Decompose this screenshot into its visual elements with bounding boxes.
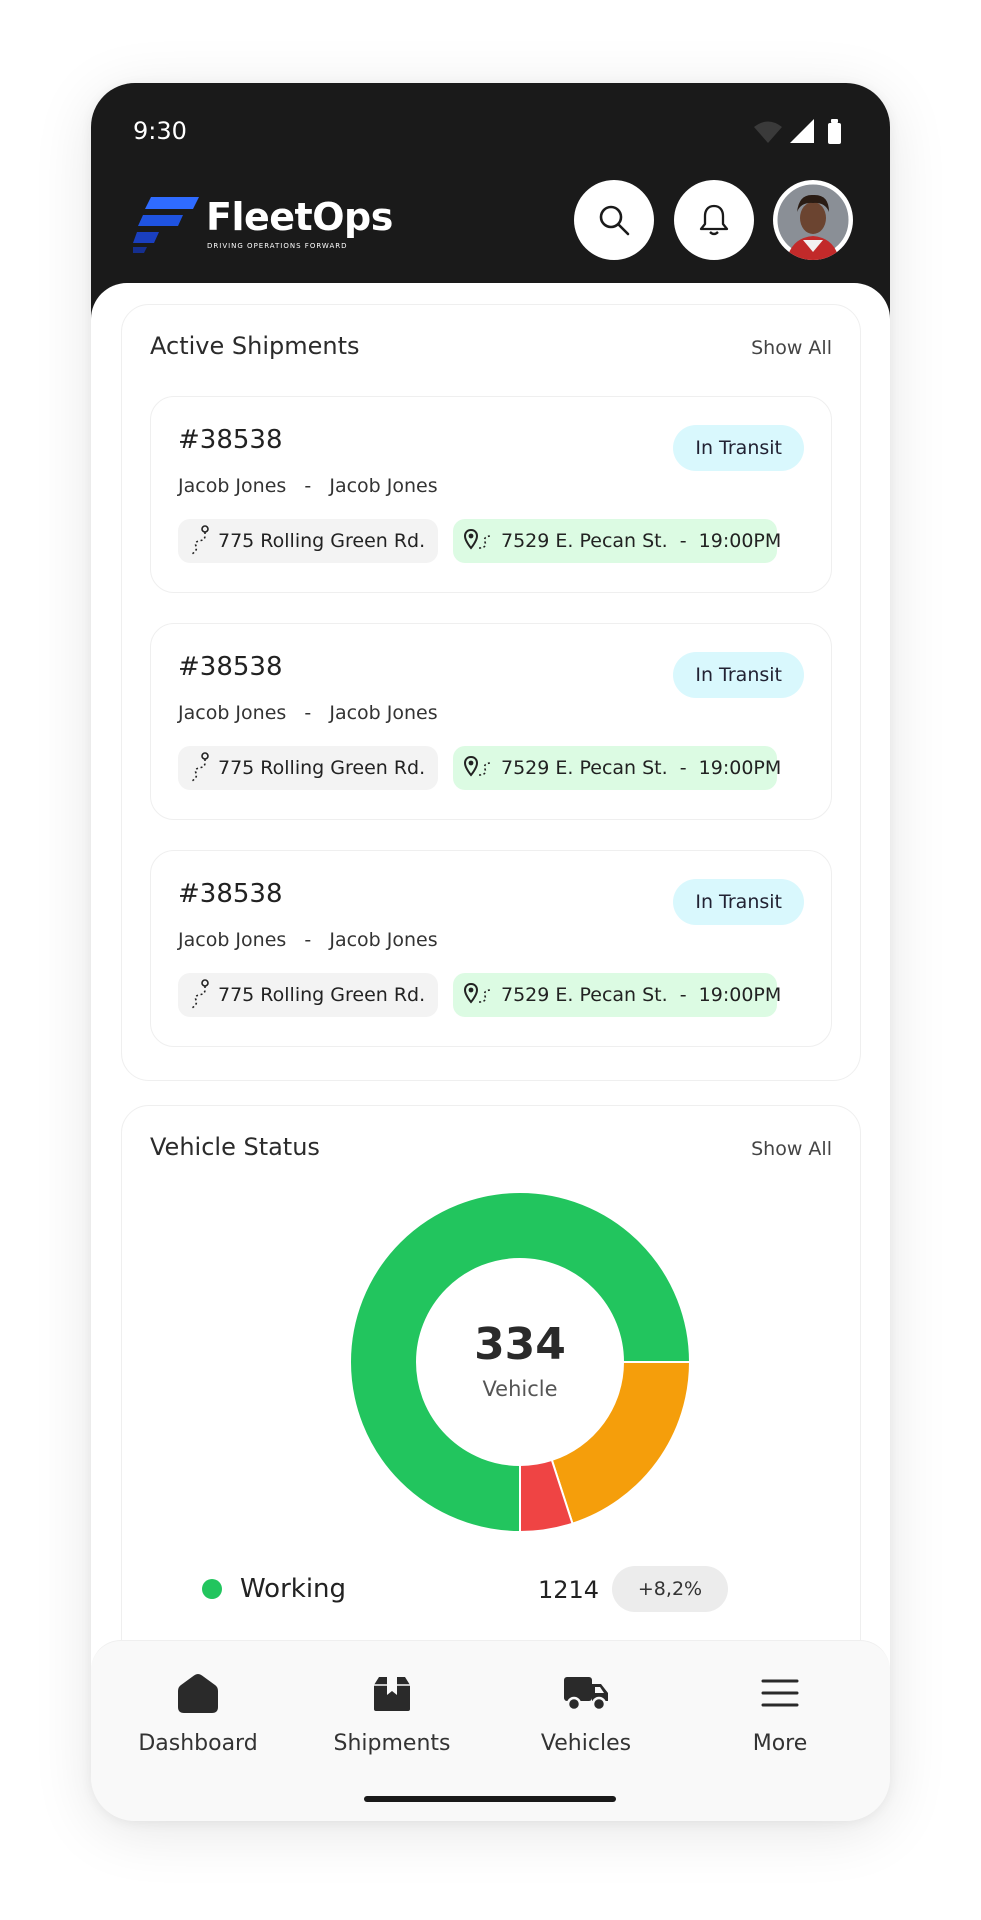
wifi-icon — [754, 121, 782, 143]
phone-frame: 9:30 FleetOps DRIVING OPERATIONS FORWARD — [91, 83, 890, 1821]
status-time: 9:30 — [133, 117, 187, 145]
legend-row-working: Working 1214 +8,2% — [202, 1566, 742, 1612]
origin-address: 775 Rolling Green Rd. — [218, 757, 426, 779]
shipment-card[interactable]: #38538 Jacob Jones - Jacob Jones In Tran… — [150, 850, 832, 1047]
section-title: Vehicle Status — [150, 1133, 320, 1161]
legend-change-badge: +8,2% — [612, 1566, 728, 1612]
battery-icon — [828, 123, 841, 144]
nav-shipments[interactable]: Shipments — [307, 1671, 477, 1781]
status-badge: In Transit — [673, 879, 804, 925]
shipment-parties: Jacob Jones - Jacob Jones — [178, 475, 438, 497]
destination-chip: 7529 E. Pecan St. - 19:00PM — [453, 746, 781, 790]
brand-tagline: DRIVING OPERATIONS FORWARD — [207, 242, 348, 250]
route-icon — [191, 752, 209, 782]
status-badge: In Transit — [673, 425, 804, 471]
vehicle-total: 334 — [474, 1319, 566, 1370]
nav-more[interactable]: More — [695, 1671, 865, 1781]
nav-label: Dashboard — [138, 1731, 258, 1756]
section-title: Active Shipments — [150, 332, 360, 360]
active-shipments-panel: Active Shipments Show All #38538 Jacob J… — [121, 304, 861, 1081]
destination-address: 7529 E. Pecan St. - 19:00PM — [501, 530, 782, 552]
fleetops-logo[interactable]: FleetOps DRIVING OPERATIONS FORWARD — [133, 195, 393, 255]
route-icon — [191, 979, 209, 1009]
destination-address: 7529 E. Pecan St. - 19:00PM — [501, 984, 782, 1006]
status-icons — [750, 117, 850, 147]
shipment-id: #38538 — [178, 879, 283, 909]
shipment-card[interactable]: #38538 Jacob Jones - Jacob Jones In Tran… — [150, 623, 832, 820]
home-icon — [178, 1674, 218, 1713]
nav-dashboard[interactable]: Dashboard — [113, 1671, 283, 1781]
origin-chip: 775 Rolling Green Rd. — [178, 519, 438, 563]
show-all-link[interactable]: Show All — [751, 1138, 832, 1160]
show-all-link[interactable]: Show All — [751, 337, 832, 359]
bottom-navigation: Dashboard Shipments Vehicles More — [91, 1640, 890, 1821]
destination-chip: 7529 E. Pecan St. - 19:00PM — [453, 519, 781, 563]
destination-chip: 7529 E. Pecan St. - 19:00PM — [453, 973, 781, 1017]
origin-address: 775 Rolling Green Rd. — [218, 984, 426, 1006]
menu-icon — [761, 1679, 799, 1707]
destination-pin-icon — [463, 982, 492, 1004]
vehicle-total-label: Vehicle — [482, 1377, 558, 1401]
vehicle-donut-chart: 334 Vehicle — [349, 1191, 692, 1534]
nav-label: Vehicles — [540, 1731, 632, 1756]
shipment-id: #38538 — [178, 425, 283, 455]
nav-vehicles[interactable]: Vehicles — [501, 1671, 671, 1781]
legend-dot — [202, 1579, 222, 1599]
search-icon — [599, 205, 630, 236]
origin-chip: 775 Rolling Green Rd. — [178, 973, 438, 1017]
shipment-card[interactable]: #38538 Jacob Jones - Jacob Jones In Tran… — [150, 396, 832, 593]
origin-chip: 775 Rolling Green Rd. — [178, 746, 438, 790]
nav-label: More — [752, 1731, 808, 1756]
shipment-parties: Jacob Jones - Jacob Jones — [178, 929, 438, 951]
destination-pin-icon — [463, 755, 492, 777]
status-badge: In Transit — [673, 652, 804, 698]
main-content: Active Shipments Show All #38538 Jacob J… — [91, 283, 890, 1743]
nav-label: Shipments — [333, 1731, 451, 1756]
avatar[interactable] — [773, 180, 853, 260]
destination-address: 7529 E. Pecan St. - 19:00PM — [501, 757, 782, 779]
route-icon — [191, 525, 209, 555]
brand-name: FleetOps — [206, 195, 393, 239]
signal-icon — [790, 119, 814, 143]
notifications-button[interactable] — [674, 180, 754, 260]
shipment-parties: Jacob Jones - Jacob Jones — [178, 702, 438, 724]
logo-mark-icon — [133, 197, 199, 253]
box-icon — [374, 1677, 410, 1711]
search-button[interactable] — [574, 180, 654, 260]
donut-center: 334 Vehicle — [350, 1192, 690, 1532]
destination-pin-icon — [463, 528, 492, 550]
home-indicator — [364, 1796, 616, 1802]
legend-count: 1214 — [538, 1576, 600, 1604]
bell-icon — [699, 204, 729, 236]
legend-name: Working — [240, 1574, 347, 1604]
truck-icon — [564, 1677, 608, 1712]
origin-address: 775 Rolling Green Rd. — [218, 530, 426, 552]
shipment-id: #38538 — [178, 652, 283, 682]
